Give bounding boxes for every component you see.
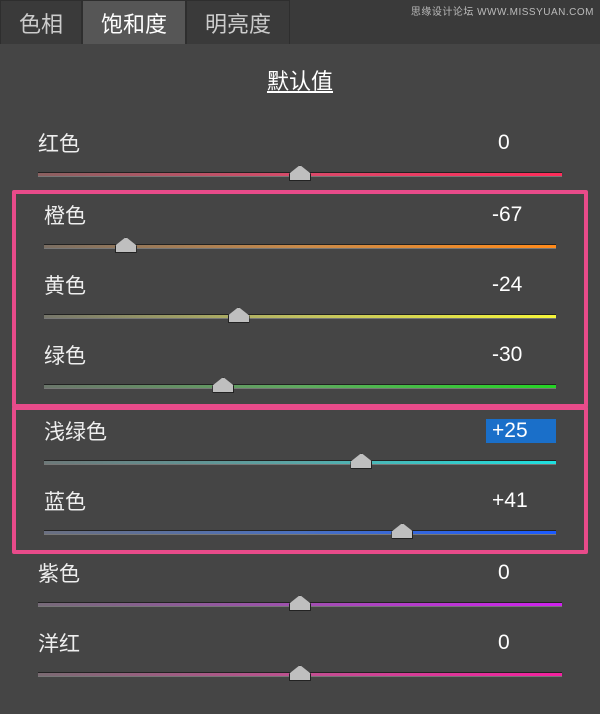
slider-thumb[interactable] xyxy=(350,453,372,469)
slider-value[interactable]: -67 xyxy=(486,203,556,227)
preset-label: 默认值 xyxy=(267,69,333,94)
slider-label: 蓝色 xyxy=(44,486,86,516)
slider-value[interactable]: 0 xyxy=(492,131,562,155)
slider-value[interactable]: +25 xyxy=(486,419,556,443)
slider-thumb[interactable] xyxy=(391,523,413,539)
slider-gradient xyxy=(44,384,556,389)
slider-value[interactable]: 0 xyxy=(492,561,562,585)
slider-value[interactable]: -24 xyxy=(486,273,556,297)
slider-label: 黄色 xyxy=(44,270,86,300)
slider-label: 浅绿色 xyxy=(44,416,107,446)
slider-gradient xyxy=(44,460,556,465)
slider-row: 橙色 -67 xyxy=(16,194,584,264)
slider-label: 绿色 xyxy=(44,340,86,370)
watermark: 思缘设计论坛 WWW.MISSYUAN.COM xyxy=(411,3,594,18)
slider-track[interactable] xyxy=(44,454,556,470)
tab-luminance[interactable]: 明亮度 xyxy=(186,0,290,44)
slider-thumb[interactable] xyxy=(228,307,250,323)
slider-gradient xyxy=(44,314,556,319)
slider-value[interactable]: +41 xyxy=(486,489,556,513)
slider-track[interactable] xyxy=(44,238,556,254)
slider-row: 紫色 0 xyxy=(10,552,590,622)
slider-label: 洋红 xyxy=(38,628,80,658)
slider-value[interactable]: -30 xyxy=(486,343,556,367)
slider-row: 蓝色 +41 xyxy=(16,480,584,550)
slider-track[interactable] xyxy=(38,596,562,612)
tab-hue[interactable]: 色相 xyxy=(0,0,82,44)
slider-row: 洋红 0 xyxy=(10,622,590,692)
slider-row: 浅绿色 +25 xyxy=(16,410,584,480)
slider-thumb[interactable] xyxy=(289,595,311,611)
slider-label: 红色 xyxy=(38,128,80,158)
slider-thumb[interactable] xyxy=(289,165,311,181)
slider-thumb[interactable] xyxy=(212,377,234,393)
slider-row: 黄色 -24 xyxy=(16,264,584,334)
slider-label: 紫色 xyxy=(38,558,80,588)
slider-track[interactable] xyxy=(38,666,562,682)
slider-label: 橙色 xyxy=(44,200,86,230)
preset-title[interactable]: 默认值 xyxy=(0,64,600,96)
slider-row: 绿色 -30 xyxy=(16,334,584,404)
slider-track[interactable] xyxy=(44,308,556,324)
slider-track[interactable] xyxy=(38,166,562,182)
slider-track[interactable] xyxy=(44,378,556,394)
slider-thumb[interactable] xyxy=(289,665,311,681)
slider-thumb[interactable] xyxy=(115,237,137,253)
slider-track[interactable] xyxy=(44,524,556,540)
slider-row: 红色 0 xyxy=(10,122,590,192)
slider-gradient xyxy=(44,530,556,535)
slider-value[interactable]: 0 xyxy=(492,631,562,655)
tab-saturation[interactable]: 饱和度 xyxy=(82,0,186,44)
